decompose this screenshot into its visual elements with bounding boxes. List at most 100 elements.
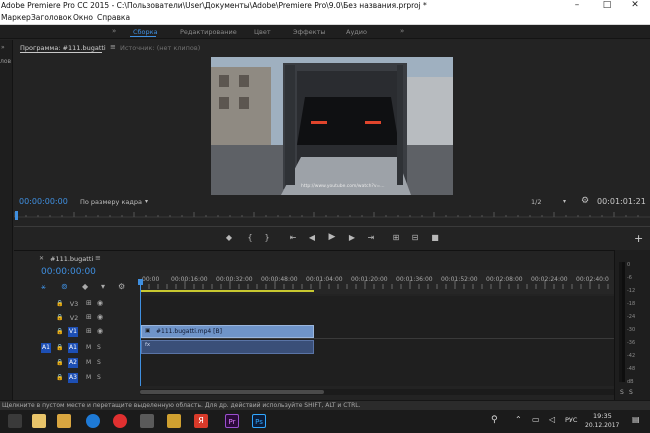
track-eye-icon-v2[interactable]: ◉ <box>97 313 103 321</box>
timeline-close-icon[interactable]: ✕ <box>39 255 44 262</box>
linked-selection-icon[interactable]: ⊚ <box>61 282 68 291</box>
workspace-more-right[interactable]: » <box>400 27 404 35</box>
track-lock-icon-v3[interactable]: 🔒 <box>56 300 63 307</box>
track-name-v3[interactable]: V3 <box>68 300 80 308</box>
track-target-a1[interactable]: A1 <box>68 343 78 353</box>
premiere-icon[interactable]: Pr <box>225 414 239 428</box>
track-eye-icon-v1[interactable]: ◉ <box>97 327 103 335</box>
go-to-out-icon[interactable]: ⇥ <box>366 234 376 242</box>
calculator-icon[interactable] <box>140 414 154 428</box>
program-scrubber[interactable] <box>13 209 650 224</box>
menu-title[interactable]: Заголовок <box>31 13 72 22</box>
timeline-tab[interactable]: #111.bugatti <box>50 255 93 263</box>
audio-clip[interactable]: fx <box>141 340 314 354</box>
track-mute-a2[interactable]: M <box>86 359 91 366</box>
panel-more-left[interactable]: » <box>1 44 5 51</box>
zoom-dropdown-icon[interactable]: ▾ <box>145 198 148 205</box>
track-solo-a1[interactable]: S <box>97 344 101 351</box>
track-solo-a3[interactable]: S <box>97 374 101 381</box>
timeline-timecode[interactable]: 00:00:00:00 <box>41 267 96 277</box>
explorer-icon[interactable] <box>32 414 46 428</box>
track-lock-icon-a2[interactable]: 🔒 <box>56 359 63 366</box>
clock-date[interactable]: 20.12.2017 <box>585 422 619 429</box>
app-icon[interactable] <box>167 414 181 428</box>
play-icon[interactable]: ▶ <box>327 233 337 242</box>
track-mute-a1[interactable]: M <box>86 344 91 351</box>
folder-icon[interactable] <box>57 414 71 428</box>
track-eye-icon-v3[interactable]: ◉ <box>97 299 103 307</box>
camera-icon[interactable]: ■ <box>430 234 440 242</box>
extract-icon[interactable]: ⊟ <box>410 234 420 242</box>
tab-source-monitor[interactable]: Источник: (нет клипов) <box>120 44 200 52</box>
track-sync-icon-v3[interactable]: ⊞ <box>86 299 92 307</box>
track-sync-icon-v1[interactable]: ⊞ <box>86 327 92 335</box>
notifications-icon[interactable]: ▤ <box>632 415 640 424</box>
minimize-button[interactable]: – <box>562 0 592 12</box>
mark-out-icon[interactable]: } <box>262 234 272 242</box>
mark-in-icon[interactable]: { <box>245 234 255 242</box>
yandex-browser-icon[interactable] <box>113 414 127 428</box>
menu-window[interactable]: Окно <box>73 13 93 22</box>
timeline-marker-icon[interactable]: ▾ <box>101 282 105 291</box>
program-playhead[interactable] <box>15 211 18 220</box>
resolution-dropdown-icon[interactable]: ▾ <box>563 198 566 205</box>
menu-help[interactable]: Справка <box>97 13 130 22</box>
workspace-more-left[interactable]: » <box>112 27 116 35</box>
program-timecode[interactable]: 00:00:00:00 <box>19 197 68 206</box>
volume-icon[interactable]: ◁ <box>549 415 555 424</box>
zoom-fit-select[interactable]: По размеру кадра <box>80 198 142 206</box>
track-target-v1[interactable]: V1 <box>68 327 78 337</box>
track-lock-icon-a3[interactable]: 🔒 <box>56 374 63 381</box>
yandex-icon[interactable]: Я <box>194 414 208 428</box>
work-area-bar[interactable] <box>140 290 314 292</box>
program-menu-icon[interactable]: ≡ <box>110 43 116 51</box>
snap-icon[interactable]: ⚹ <box>41 282 46 292</box>
step-forward-icon[interactable]: ▶ <box>347 234 357 242</box>
workspace-tab-audio[interactable]: Аудио <box>346 28 367 36</box>
workspace-tab-effects[interactable]: Эффекты <box>293 28 326 36</box>
track-lock-icon-v1[interactable]: 🔒 <box>56 328 63 335</box>
start-icon[interactable] <box>8 414 22 428</box>
language-indicator[interactable]: РУС <box>565 416 577 424</box>
meter-solo-right[interactable]: S <box>629 389 633 396</box>
window-titlebar: Adobe Premiere Pro CC 2015 - C:\Пользова… <box>0 0 650 12</box>
clock-time[interactable]: 19:35 <box>593 412 612 420</box>
track-name-v2[interactable]: V2 <box>68 314 80 322</box>
go-to-in-icon[interactable]: ⇤ <box>288 234 298 242</box>
track-solo-a2[interactable]: S <box>97 359 101 366</box>
marker-icon[interactable]: ◆ <box>224 234 234 242</box>
workspace-tab-assembly[interactable]: Сборка <box>133 28 158 36</box>
ruler-label-10: 00:02:40:0 <box>576 276 609 283</box>
step-back-icon[interactable]: ◀ <box>307 234 317 242</box>
close-button[interactable]: ✕ <box>620 0 650 12</box>
source-patch-a1[interactable]: A1 <box>41 343 51 353</box>
timeline-settings-icon[interactable]: ⚙ <box>118 282 125 291</box>
network-icon[interactable]: ▭ <box>532 415 540 424</box>
tray-chevron-icon[interactable]: ⌃ <box>515 415 522 424</box>
track-mute-a3[interactable]: M <box>86 374 91 381</box>
workspace-tab-color[interactable]: Цвет <box>254 28 271 36</box>
track-name-a2[interactable]: A2 <box>68 358 78 368</box>
project-panel-collapsed: » лов <box>0 40 13 400</box>
track-sync-icon-v2[interactable]: ⊞ <box>86 313 92 321</box>
tab-program-monitor[interactable]: Программа: #111.bugatti <box>20 44 106 52</box>
maximize-button[interactable]: □ <box>592 0 622 12</box>
wrench-icon[interactable]: ⚙ <box>581 196 589 206</box>
timeline-hscroll-thumb[interactable] <box>140 390 324 394</box>
photoshop-icon[interactable]: Ps <box>252 414 266 428</box>
workspace-tab-editing[interactable]: Редактирование <box>180 28 237 36</box>
ie-icon[interactable] <box>86 414 100 428</box>
track-lock-icon-a1[interactable]: 🔒 <box>56 344 63 351</box>
add-marker-icon[interactable]: ◆ <box>82 282 88 291</box>
timeline-menu-icon[interactable]: ≡ <box>95 254 101 262</box>
track-lock-icon-v2[interactable]: 🔒 <box>56 314 63 321</box>
lift-icon[interactable]: ⊞ <box>391 234 401 242</box>
people-icon[interactable]: ⚲ <box>491 415 498 425</box>
timeline-playhead[interactable] <box>138 279 143 285</box>
track-name-a3[interactable]: A3 <box>68 373 78 383</box>
add-button[interactable]: + <box>634 232 643 245</box>
menu-marker[interactable]: Маркер <box>1 13 31 22</box>
meter-solo-left[interactable]: S <box>620 389 624 396</box>
video-clip[interactable]: ▣ #111.bugatti.mp4 [В] <box>141 325 314 338</box>
resolution-select[interactable]: 1/2 <box>531 198 541 206</box>
